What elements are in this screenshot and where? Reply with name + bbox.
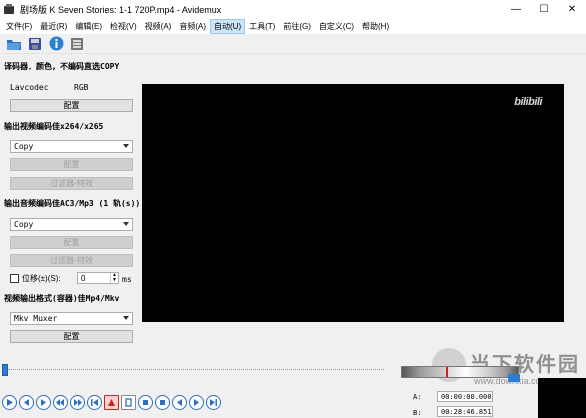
video-preview: bilibili <box>142 84 564 322</box>
video-configure-button[interactable]: 配置 <box>10 158 133 171</box>
set-marker-a-icon[interactable] <box>104 394 119 410</box>
marker-a-label: A: <box>413 393 422 401</box>
toolbar <box>0 34 586 54</box>
spin-arrows-icon[interactable]: ▲ ▼ <box>110 273 118 283</box>
menu-edit[interactable]: 编辑(E) <box>71 19 106 34</box>
settings-panel: 译码器．颜色，不编码直选COPY Lavcodec RGB 配置 输出视频编码佳… <box>0 56 142 346</box>
window-title: 剧场版 K Seven Stories: 1-1 720P.mp4 - Avid… <box>20 4 222 15</box>
seek-bar[interactable] <box>2 362 387 376</box>
color-format: RGB <box>74 83 89 92</box>
marker-b-label: B: <box>413 409 422 417</box>
volume-handle[interactable] <box>508 374 520 382</box>
chevron-down-icon <box>123 144 129 148</box>
save-disk-icon[interactable] <box>27 36 43 52</box>
video-watermark: bilibili <box>514 96 542 108</box>
video-codec-select[interactable]: Copy <box>10 140 133 153</box>
container-configure-button[interactable]: 配置 <box>10 330 133 343</box>
chevron-down-icon <box>123 222 129 226</box>
menu-go[interactable]: 前往(G) <box>279 19 315 34</box>
menu-auto[interactable]: 自动(U) <box>210 18 246 34</box>
title-bar: 剧场版 K Seven Stories: 1-1 720P.mp4 - Avid… <box>0 0 586 18</box>
rewind-icon[interactable] <box>19 394 34 410</box>
properties-icon[interactable] <box>69 36 85 52</box>
seek-handle[interactable] <box>2 364 8 376</box>
go-start-icon[interactable] <box>87 394 102 410</box>
audio-codec-select[interactable]: Copy <box>10 218 133 231</box>
video-codec-value: Copy <box>14 142 34 151</box>
decoder-configure-button[interactable]: 配置 <box>10 99 133 112</box>
menu-audio[interactable]: 音频(A) <box>175 19 210 34</box>
volume-slider[interactable] <box>401 366 519 378</box>
playback-controls <box>2 393 221 411</box>
audio-configure-button[interactable]: 配置 <box>10 236 133 249</box>
info-icon[interactable] <box>48 36 64 52</box>
next-black-frame-icon[interactable] <box>189 394 204 410</box>
video-filters-button[interactable]: 过滤器-特效 <box>10 177 133 190</box>
menu-tools[interactable]: 工具(T) <box>245 19 279 34</box>
container-value: Mkv Muxer <box>14 314 58 323</box>
video-decoder-title: 译码器．颜色，不编码直选COPY <box>4 62 120 71</box>
previous-black-frame-icon[interactable] <box>172 394 187 410</box>
output-format-title: 视频输出格式(容器)佳Mp4/Mkv <box>4 294 120 303</box>
decoder-name: Lavcodec <box>10 83 49 92</box>
audio-output-title: 输出音频编码佳AC3/Mp3 (1 轨(s)) <box>4 199 141 208</box>
menu-view[interactable]: 检视(V) <box>106 19 141 34</box>
menu-custom[interactable]: 自定义(C) <box>315 19 358 34</box>
menu-bar: 文件(F) 最近(R) 编辑(E) 检视(V) 视频(A) 音频(A) 自动(U… <box>0 18 586 34</box>
menu-file[interactable]: 文件(F) <box>2 19 36 34</box>
forward-icon[interactable] <box>36 394 51 410</box>
seek-track[interactable] <box>8 369 384 371</box>
set-marker-b-icon[interactable] <box>121 394 136 410</box>
audio-codec-value: Copy <box>14 220 34 229</box>
menu-help[interactable]: 帮助(H) <box>358 19 393 34</box>
marker-b-time: 00:28:46.851 <box>437 406 493 417</box>
maximize-button[interactable]: ☐ <box>530 0 558 18</box>
window-controls: — ☐ ✕ <box>502 0 586 18</box>
audio-shift-value: 0 <box>81 273 86 283</box>
audio-shift-unit: ms <box>122 275 132 284</box>
minimize-button[interactable]: — <box>502 0 530 18</box>
menu-recent[interactable]: 最近(R) <box>36 19 71 34</box>
video-output-title: 输出视频编码佳x264/x265 <box>4 122 104 131</box>
audio-shift-input[interactable]: 0 ▲ ▼ <box>77 272 119 284</box>
volume-marker <box>446 367 448 377</box>
audio-filters-button[interactable]: 过滤器-特效 <box>10 254 133 267</box>
app-icon <box>4 4 14 14</box>
chevron-down-icon <box>123 316 129 320</box>
play-icon[interactable] <box>2 394 17 410</box>
audio-shift-checkbox[interactable] <box>10 274 19 283</box>
audio-shift-label: 位移(±)(S): <box>22 274 61 283</box>
next-keyframe-icon[interactable] <box>70 394 85 410</box>
container-select[interactable]: Mkv Muxer <box>10 312 133 325</box>
go-end-icon[interactable] <box>206 394 221 410</box>
mini-preview <box>538 378 586 418</box>
close-button[interactable]: ✕ <box>558 0 586 18</box>
marker-a-time: 00:00:00.000 <box>437 391 493 402</box>
open-folder-icon[interactable] <box>6 36 22 52</box>
go-marker-b-icon[interactable] <box>155 394 170 410</box>
menu-video[interactable]: 视频(A) <box>141 19 176 34</box>
previous-keyframe-icon[interactable] <box>53 394 68 410</box>
go-marker-a-icon[interactable] <box>138 394 153 410</box>
